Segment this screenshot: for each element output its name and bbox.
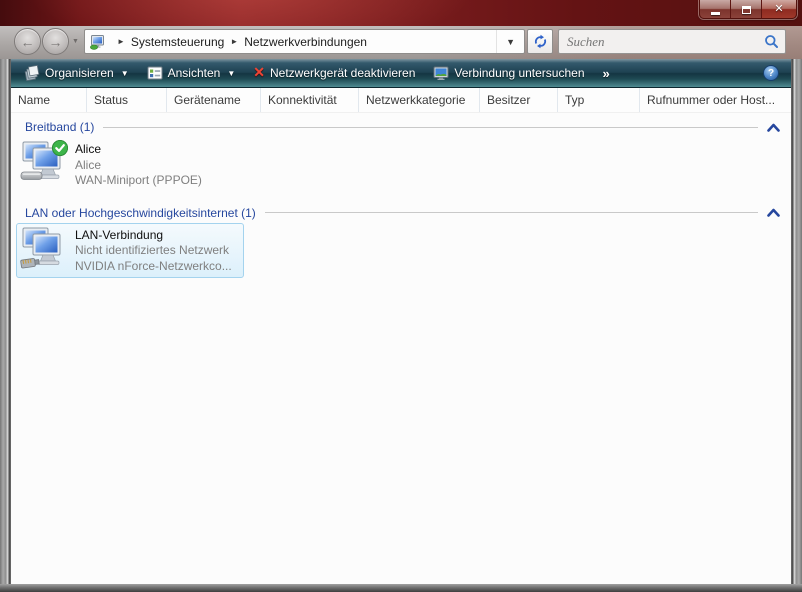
breadcrumb-netzwerkverbindungen[interactable]: Netzwerkverbindungen bbox=[244, 35, 367, 49]
organize-icon bbox=[24, 65, 40, 81]
crumb-separator-icon: ► bbox=[117, 37, 125, 46]
window-border-left bbox=[0, 59, 11, 584]
forward-icon: → bbox=[49, 35, 63, 49]
connection-name: Alice bbox=[75, 142, 202, 158]
group-title[interactable]: LAN oder Hochgeschwindigkeitsinternet (1… bbox=[25, 206, 256, 220]
connection-network: Alice bbox=[75, 158, 202, 174]
back-icon: ← bbox=[21, 35, 35, 49]
breadcrumb-systemsteuerung[interactable]: Systemsteuerung bbox=[131, 35, 224, 49]
connection-item-text: LAN-Verbindung Nicht identifiziertes Net… bbox=[75, 226, 232, 275]
connection-item-text: Alice Alice WAN-Miniport (PPPOE) bbox=[75, 140, 202, 189]
address-dropdown-button[interactable]: ▼ bbox=[496, 30, 524, 53]
window-controls: ✕ bbox=[699, 0, 797, 19]
forward-button[interactable]: → bbox=[42, 28, 69, 55]
network-connections-window: ✕ ← → ▼ ► Systemsteuerung ► Netzwerkverb… bbox=[0, 0, 802, 592]
minimize-icon bbox=[711, 12, 720, 15]
nav-buttons: ← → ▼ bbox=[14, 28, 79, 55]
maximize-icon bbox=[742, 6, 751, 14]
close-icon: ✕ bbox=[774, 4, 783, 15]
connection-item-alice[interactable]: Alice Alice WAN-Miniport (PPPOE) bbox=[16, 137, 244, 193]
collapse-chevron-icon[interactable] bbox=[767, 208, 780, 217]
organize-label: Organisieren bbox=[45, 66, 114, 80]
chevron-down-icon: ▼ bbox=[121, 69, 129, 78]
diagnose-icon bbox=[433, 65, 449, 81]
views-icon bbox=[147, 65, 163, 81]
crumb-separator-icon: ► bbox=[230, 37, 238, 46]
title-bar[interactable] bbox=[0, 0, 802, 26]
red-x-icon: ✕ bbox=[253, 65, 265, 82]
group-divider bbox=[265, 212, 758, 213]
client-area: Organisieren ▼ Ansichten ▼ ✕ Netzwerkger… bbox=[11, 59, 791, 584]
group-header-breitband[interactable]: Breitband (1) bbox=[11, 120, 785, 134]
minimize-button[interactable] bbox=[700, 0, 731, 19]
refresh-icon bbox=[533, 34, 548, 49]
chevron-down-icon: ▼ bbox=[227, 69, 235, 78]
connection-item-lan-verbindung[interactable]: LAN-Verbindung Nicht identifiziertes Net… bbox=[16, 223, 244, 279]
disable-network-device-button[interactable]: ✕ Netzwerkgerät deaktivieren bbox=[244, 61, 424, 85]
search-box bbox=[558, 29, 786, 54]
collapse-chevron-icon[interactable] bbox=[767, 123, 780, 132]
network-folder-icon bbox=[90, 34, 106, 50]
column-header-status[interactable]: Status bbox=[87, 88, 167, 112]
window-border-right bbox=[791, 59, 802, 584]
column-header-name[interactable]: Name bbox=[11, 88, 87, 112]
column-header-konnektivitaet[interactable]: Konnektivität bbox=[261, 88, 359, 112]
command-toolbar: Organisieren ▼ Ansichten ▼ ✕ Netzwerkger… bbox=[11, 59, 791, 88]
column-header-besitzer[interactable]: Besitzer bbox=[480, 88, 558, 112]
column-header-rufnummer[interactable]: Rufnummer oder Host... bbox=[640, 88, 791, 112]
connection-network: Nicht identifiziertes Netzwerk bbox=[75, 243, 232, 259]
organize-button[interactable]: Organisieren ▼ bbox=[15, 61, 138, 85]
diagnose-label: Verbindung untersuchen bbox=[454, 66, 584, 80]
column-header-netzwerkkategorie[interactable]: Netzwerkkategorie bbox=[359, 88, 480, 112]
views-button[interactable]: Ansichten ▼ bbox=[138, 61, 245, 85]
help-button[interactable]: ? bbox=[763, 65, 779, 81]
group-divider bbox=[103, 127, 758, 128]
group-title[interactable]: Breitband (1) bbox=[25, 120, 94, 134]
recent-pages-dropdown[interactable]: ▼ bbox=[72, 38, 79, 45]
views-label: Ansichten bbox=[168, 66, 221, 80]
back-button[interactable]: ← bbox=[14, 28, 41, 55]
maximize-button[interactable] bbox=[731, 0, 762, 19]
window-border-bottom bbox=[0, 584, 802, 592]
connections-list: Breitband (1) bbox=[11, 113, 791, 584]
refresh-button[interactable] bbox=[527, 29, 553, 54]
connection-device: WAN-Miniport (PPPOE) bbox=[75, 173, 202, 189]
search-input[interactable] bbox=[567, 34, 764, 50]
close-button[interactable]: ✕ bbox=[762, 0, 796, 19]
lan-connection-icon bbox=[20, 226, 68, 272]
connection-name: LAN-Verbindung bbox=[75, 228, 232, 244]
toolbar-overflow-button[interactable]: » bbox=[594, 61, 619, 85]
search-icon[interactable] bbox=[764, 34, 779, 49]
column-header-typ[interactable]: Typ bbox=[558, 88, 640, 112]
group-header-lan[interactable]: LAN oder Hochgeschwindigkeitsinternet (1… bbox=[11, 206, 785, 220]
address-bar[interactable]: ► Systemsteuerung ► Netzwerkverbindungen… bbox=[84, 29, 525, 54]
broadband-connection-icon bbox=[20, 140, 68, 186]
disable-device-label: Netzwerkgerät deaktivieren bbox=[270, 66, 415, 80]
diagnose-connection-button[interactable]: Verbindung untersuchen bbox=[424, 61, 593, 85]
connection-device: NVIDIA nForce-Netzwerkco... bbox=[75, 259, 232, 275]
column-header-row: Name Status Gerätename Konnektivität Net… bbox=[11, 88, 791, 113]
column-header-geraetename[interactable]: Gerätename bbox=[167, 88, 261, 112]
